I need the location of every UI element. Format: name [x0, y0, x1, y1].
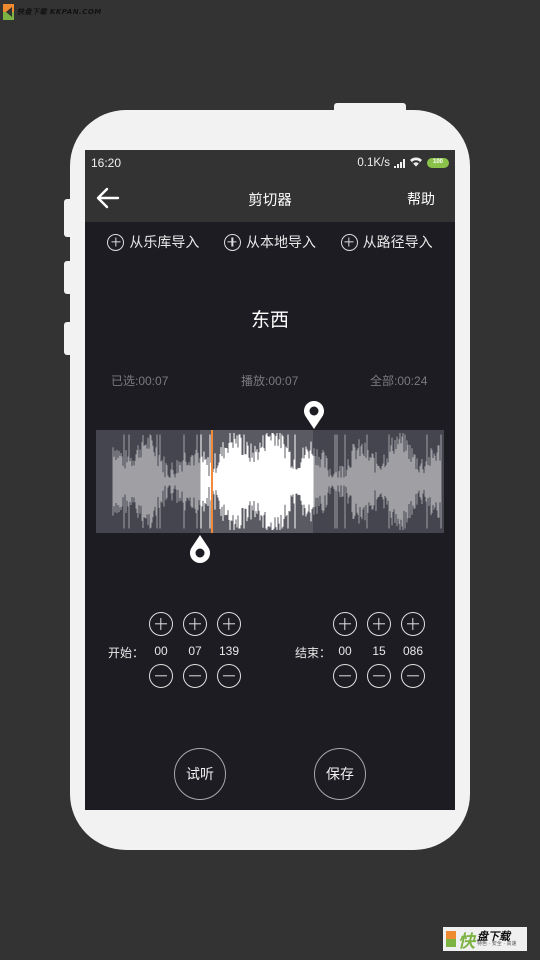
decrement-button[interactable]	[217, 664, 241, 688]
import-label: 从本地导入	[245, 235, 316, 251]
decrement-button[interactable]	[183, 664, 207, 688]
end-milliseconds-value: 086	[402, 644, 424, 658]
time-info: 已选:00:07 播放:00:07 全部:00:24	[85, 372, 455, 388]
wifi-icon	[409, 156, 423, 170]
import-options: 从乐库导入 从本地导入 从路径导入	[85, 230, 455, 254]
start-milliseconds-value: 139	[218, 644, 240, 658]
plus-circle-icon	[340, 233, 358, 251]
increment-button[interactable]	[183, 612, 207, 636]
start-minutes-value: 00	[154, 644, 168, 658]
start-marker-handle[interactable]	[189, 534, 211, 564]
waveform[interactable]	[96, 430, 444, 533]
decrement-button[interactable]	[367, 664, 391, 688]
signal-icon	[394, 158, 405, 168]
plus-circle-icon	[223, 233, 241, 251]
selected-duration: 已选:00:07	[111, 374, 169, 388]
increment-button[interactable]	[401, 612, 425, 636]
watermark-bottom: 快 盘下载 特色 · 安全 · 高速	[443, 927, 527, 952]
song-title: 东西	[250, 309, 289, 331]
import-label: 从路径导入	[362, 235, 433, 251]
end-minutes-stepper: 00	[332, 612, 358, 692]
increment-button[interactable]	[333, 612, 357, 636]
start-time-stepper: 开始： 00 07 139	[108, 612, 248, 692]
battery-icon: 100	[427, 158, 449, 168]
decrement-button[interactable]	[333, 664, 357, 688]
app-bar: 剪切器 帮助	[85, 176, 455, 222]
save-button[interactable]: 保存	[314, 748, 366, 800]
end-time-stepper: 结束： 00 15 086	[295, 612, 435, 692]
watermark-top-text: 快盘下载 KKPAN.COM	[17, 8, 102, 16]
end-minutes-value: 00	[338, 644, 352, 658]
play-position: 播放:00:07	[241, 374, 299, 388]
start-seconds-stepper: 07	[182, 612, 208, 692]
import-from-library-button[interactable]: 从乐库导入	[107, 230, 199, 254]
end-seconds-value: 15	[372, 644, 386, 658]
kkpan-logo-icon	[3, 4, 14, 20]
start-minutes-stepper: 00	[148, 612, 174, 692]
playhead[interactable]	[210, 430, 213, 533]
watermark-bottom-sub: 特色 · 安全 · 高速	[477, 941, 517, 947]
watermark-bottom-main: 快	[458, 931, 475, 952]
map-pin-inverted-icon	[190, 535, 211, 563]
page-title: 剪切器	[248, 192, 292, 209]
decrement-button[interactable]	[401, 664, 425, 688]
help-button[interactable]: 帮助	[407, 189, 435, 209]
import-from-local-button[interactable]: 从本地导入	[223, 230, 316, 254]
decrement-button[interactable]	[149, 664, 173, 688]
start-label: 开始：	[108, 646, 145, 660]
import-from-path-button[interactable]: 从路径导入	[340, 230, 433, 254]
start-seconds-value: 07	[188, 644, 202, 658]
end-seconds-stepper: 15	[366, 612, 392, 692]
waveform-graph	[112, 432, 442, 531]
watermark-top: 快盘下载 KKPAN.COM	[3, 3, 102, 21]
import-label: 从乐库导入	[129, 235, 200, 251]
increment-button[interactable]	[367, 612, 391, 636]
status-time: 16:20	[91, 156, 122, 170]
net-speed: 0.1K/s	[357, 157, 390, 169]
plus-circle-icon	[107, 233, 125, 251]
app-screen: 16:20 0.1K/s 100 剪切器 帮助 从乐库导入 从本地导入 从路径导…	[85, 150, 455, 810]
end-milliseconds-stepper: 086	[400, 612, 426, 692]
preview-button[interactable]: 试听	[174, 748, 226, 800]
increment-button[interactable]	[217, 612, 241, 636]
kkpan-logo-icon	[446, 931, 456, 947]
status-bar: 16:20 0.1K/s 100	[85, 150, 455, 176]
end-marker-handle[interactable]	[303, 400, 325, 430]
total-duration: 全部:00:24	[370, 374, 428, 388]
increment-button[interactable]	[149, 612, 173, 636]
map-pin-icon	[303, 401, 324, 429]
start-milliseconds-stepper: 139	[216, 612, 242, 692]
